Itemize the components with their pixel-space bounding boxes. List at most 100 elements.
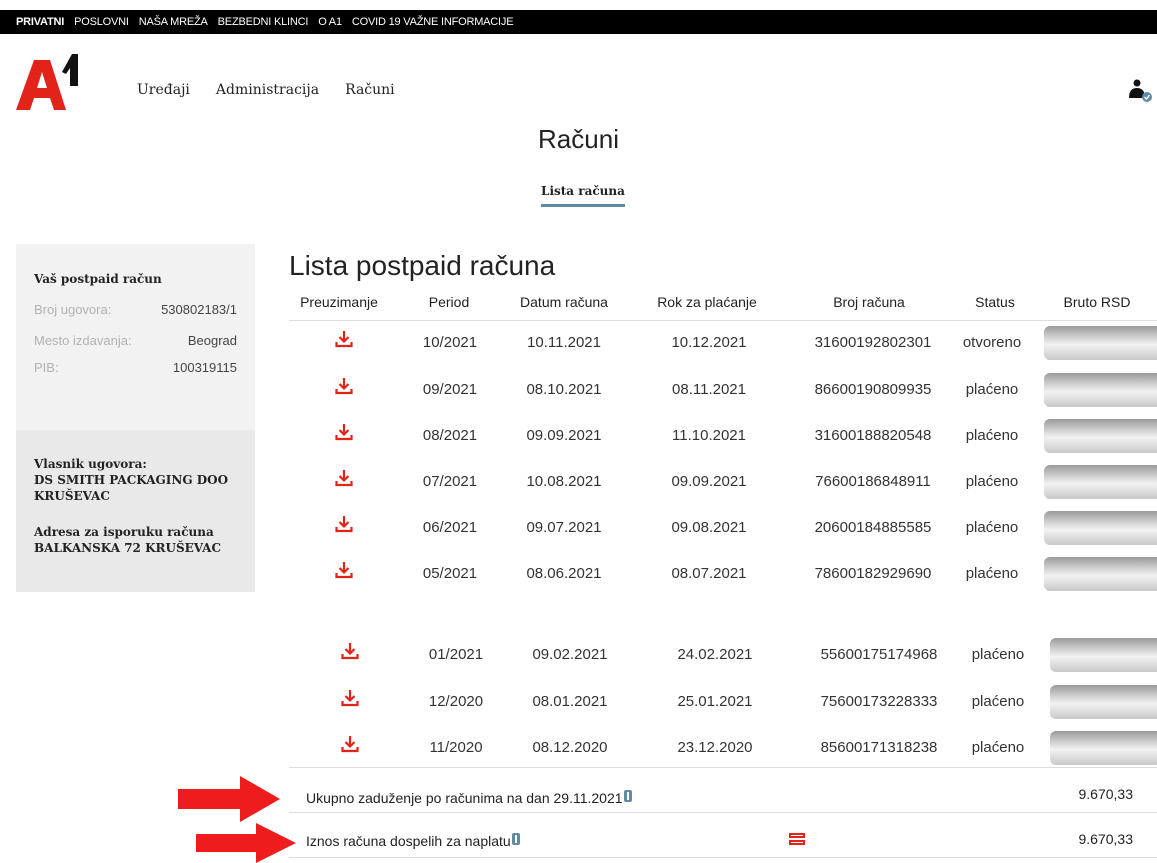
- due-date-cell: 24.02.2021: [677, 646, 753, 663]
- topnav-privatni[interactable]: PRIVATNI: [16, 16, 64, 28]
- invoice-date-cell: 08.06.2021: [526, 565, 602, 582]
- invoice-number-cell[interactable]: 31600192802301: [788, 334, 958, 351]
- download-icon[interactable]: [341, 642, 359, 660]
- download-icon[interactable]: [335, 515, 353, 533]
- status-cell: plaćeno: [971, 693, 1025, 710]
- info-icon[interactable]: [511, 833, 520, 845]
- invoice-number-cell[interactable]: 78600182929690: [788, 565, 958, 582]
- table-row: 01/2021 09.02.2021 24.02.2021 5560017517496…: [289, 634, 1157, 680]
- download-icon[interactable]: [335, 423, 353, 441]
- period-cell: 07/2021: [422, 473, 478, 490]
- invoice-date-cell: 09.09.2021: [526, 427, 602, 444]
- table-row: 05/2021 08.06.2021 08.07.2021 7860018292969…: [289, 553, 1157, 599]
- pib-label: PIB:: [34, 360, 59, 375]
- status-cell: plaćeno: [965, 519, 1019, 536]
- topnav-nasa-mreza[interactable]: NAŠA MREŽA: [139, 16, 208, 28]
- topnav-covid[interactable]: COVID 19 VAŽNE INFORMACIJE: [352, 16, 514, 28]
- account-sidebar: Vaš postpaid račun Broj ugovora: 5308021…: [16, 244, 255, 592]
- status-cell: plaćeno: [971, 646, 1025, 663]
- download-icon[interactable]: [341, 735, 359, 753]
- invoice-number-cell[interactable]: 85600171318238: [794, 739, 964, 756]
- postpaid-info-panel: Vaš postpaid račun Broj ugovora: 5308021…: [16, 244, 255, 430]
- table-row: 06/2021 09.07.2021 09.08.2021 2060018488558…: [289, 507, 1157, 553]
- bruto-amount-redacted: [1044, 419, 1157, 453]
- invoice-date-cell: 10.11.2021: [527, 334, 601, 351]
- table-row: 12/2020 08.01.2021 25.01.2021 7560017322833…: [289, 681, 1157, 727]
- nav-uredjaji[interactable]: Uređaji: [137, 82, 190, 98]
- address-label: Adresa za isporuku računa: [34, 525, 214, 539]
- header-period: Period: [428, 294, 470, 310]
- download-icon[interactable]: [335, 469, 353, 487]
- period-cell: 06/2021: [422, 519, 478, 536]
- bruto-amount-redacted: [1044, 465, 1157, 499]
- table-header: Preuzimanje Period Datum računa Rok za p…: [289, 288, 1157, 321]
- due-date-cell: 08.11.2021: [672, 381, 746, 398]
- red-arrow-icon: [178, 776, 280, 822]
- place-of-issue-label: Mesto izdavanja:: [34, 333, 132, 348]
- header-invoice-number: Broj računa: [833, 294, 905, 310]
- table-row: 07/2021 10.08.2021 09.09.2021 7660018684891…: [289, 461, 1157, 507]
- contract-number-label: Broj ugovora:: [34, 302, 112, 317]
- status-cell: otvoreno: [962, 334, 1022, 351]
- period-cell: 10/2021: [422, 334, 478, 351]
- period-cell: 12/2020: [428, 693, 484, 710]
- owner-name: DS SMITH PACKAGING DOO KRUŠEVAC: [34, 473, 229, 503]
- download-icon[interactable]: [335, 561, 353, 579]
- top-navigation: PRIVATNI POSLOVNI NAŠA MREŽA BEZBEDNI KL…: [0, 10, 1157, 34]
- postpaid-info-title: Vaš postpaid račun: [34, 272, 162, 286]
- topnav-o-a1[interactable]: O A1: [318, 16, 342, 28]
- invoice-number-cell[interactable]: 86600190809935: [788, 381, 958, 398]
- topnav-poslovni[interactable]: POSLOVNI: [74, 16, 129, 28]
- place-of-issue-row: Mesto izdavanja: Beograd: [34, 333, 237, 348]
- status-cell: plaćeno: [965, 427, 1019, 444]
- pay-card-icon[interactable]: [789, 832, 805, 846]
- invoice-date-cell: 10.08.2021: [526, 473, 602, 490]
- download-icon[interactable]: [341, 689, 359, 707]
- status-cell: plaćeno: [965, 381, 1019, 398]
- owner-panel: Vlasnik ugovora: DS SMITH PACKAGING DOO …: [16, 430, 255, 592]
- contract-number-row: Broj ugovora: 530802183/1: [34, 302, 237, 317]
- due-date-cell: 10.12.2021: [671, 334, 747, 351]
- download-icon[interactable]: [335, 377, 353, 395]
- due-date-cell: 25.01.2021: [677, 693, 753, 710]
- table-row: 08/2021 09.09.2021 11.10.2021 3160018882054…: [289, 415, 1157, 461]
- due-date-cell: 11.10.2021: [672, 427, 746, 444]
- header-download: Preuzimanje: [300, 294, 378, 310]
- invoice-date-cell: 08.12.2020: [532, 739, 608, 756]
- download-icon[interactable]: [335, 330, 353, 348]
- period-cell: 09/2021: [422, 381, 478, 398]
- due-date-cell: 09.09.2021: [671, 473, 747, 490]
- nav-racuni[interactable]: Računi: [345, 82, 395, 98]
- topnav-bezbedni-klinci[interactable]: BEZBEDNI KLINCI: [218, 16, 309, 28]
- info-icon[interactable]: [623, 790, 632, 802]
- user-icon[interactable]: [1128, 78, 1154, 104]
- header: Uređaji Administracija Računi: [0, 34, 1157, 124]
- invoice-date-cell: 09.02.2021: [532, 646, 608, 663]
- due-date-cell: 08.07.2021: [671, 565, 747, 582]
- page-title: Računi: [538, 124, 619, 154]
- period-cell: 11/2020: [429, 739, 483, 756]
- due-amount-label: Iznos računa dospelih za naplatu: [306, 833, 520, 849]
- total-debt-value: 9.670,33: [1078, 786, 1134, 802]
- place-of-issue-value: Beograd: [187, 333, 237, 348]
- invoice-number-cell[interactable]: 76600186848911: [788, 473, 958, 490]
- pib-value: 100319115: [172, 360, 237, 375]
- tab-lista-racuna[interactable]: Lista računa: [541, 184, 625, 207]
- bruto-amount-redacted: [1044, 373, 1157, 407]
- due-amount-value: 9.670,33: [1078, 831, 1134, 847]
- nav-administracija[interactable]: Administracija: [216, 82, 319, 98]
- owner-label: Vlasnik ugovora:: [34, 457, 147, 471]
- invoice-date-cell: 09.07.2021: [526, 519, 602, 536]
- invoice-number-cell[interactable]: 75600173228333: [794, 693, 964, 710]
- status-cell: plaćeno: [971, 739, 1025, 756]
- a1-logo-icon[interactable]: [16, 52, 78, 110]
- total-debt-label: Ukupno zaduženje po računima na dan 29.1…: [306, 790, 632, 806]
- invoice-number-cell[interactable]: 55600175174968: [794, 646, 964, 663]
- red-arrow-icon: [196, 823, 296, 863]
- pib-row: PIB: 100319115: [34, 360, 237, 375]
- period-cell: 05/2021: [422, 565, 478, 582]
- invoice-date-cell: 08.01.2021: [532, 693, 608, 710]
- header-due-date: Rok za plaćanje: [657, 294, 757, 310]
- invoice-number-cell[interactable]: 31600188820548: [788, 427, 958, 444]
- invoice-number-cell[interactable]: 20600184885585: [788, 519, 958, 536]
